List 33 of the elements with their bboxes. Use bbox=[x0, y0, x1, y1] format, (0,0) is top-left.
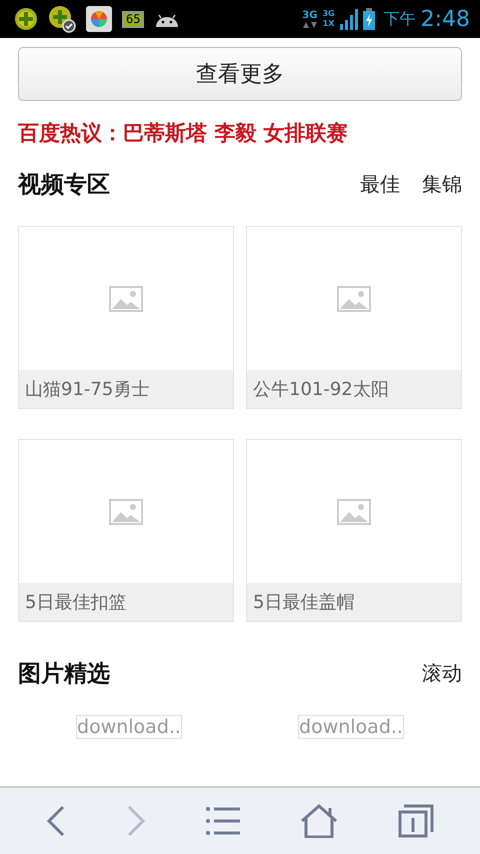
image-placeholder-icon bbox=[109, 498, 143, 524]
image-placeholder-icon bbox=[109, 286, 143, 312]
signal-label: 1X bbox=[322, 19, 334, 29]
clock: 2:48 bbox=[420, 6, 470, 32]
battery-badge: 65 bbox=[122, 10, 144, 28]
battery-charging-icon bbox=[362, 8, 375, 30]
app-store-icon bbox=[86, 6, 112, 32]
video-card[interactable]: 5日最佳盖帽 bbox=[246, 439, 462, 622]
plus-icon bbox=[14, 7, 38, 31]
section-link[interactable]: 滚动 bbox=[422, 660, 462, 687]
time-period: 下午 bbox=[384, 8, 416, 30]
section-link[interactable]: 最佳 bbox=[360, 171, 400, 198]
video-card[interactable]: 5日最佳扣篮 bbox=[18, 439, 234, 622]
plus-check-icon bbox=[48, 5, 76, 33]
network-label: 3G bbox=[302, 10, 318, 20]
video-caption: 山猫91-75勇士 bbox=[19, 370, 233, 408]
more-button[interactable]: 查看更多 bbox=[18, 47, 462, 101]
video-caption: 5日最佳扣篮 bbox=[19, 583, 233, 621]
video-caption: 5日最佳盖帽 bbox=[247, 583, 461, 621]
image-placeholder-icon bbox=[337, 498, 371, 524]
section-title: 视频专区 bbox=[18, 171, 110, 200]
section-link[interactable]: 集锦 bbox=[422, 171, 462, 198]
signal-label: 3G bbox=[322, 9, 335, 19]
signal-icon bbox=[340, 8, 358, 30]
hot-topics: 百度热议：巴蒂斯塔 李毅 女排联赛 bbox=[18, 120, 349, 147]
section-title: 图片精选 bbox=[18, 660, 110, 689]
data-arrows-icon bbox=[302, 20, 317, 28]
image-alt-text: download.. bbox=[77, 716, 181, 738]
video-caption: 公牛101-92太阳 bbox=[247, 370, 461, 408]
video-card[interactable]: 山猫91-75勇士 bbox=[18, 226, 234, 409]
image-alt-text: download.. bbox=[299, 716, 403, 738]
image-placeholder-icon bbox=[337, 286, 371, 312]
video-card[interactable]: 公牛101-92太阳 bbox=[246, 226, 462, 409]
